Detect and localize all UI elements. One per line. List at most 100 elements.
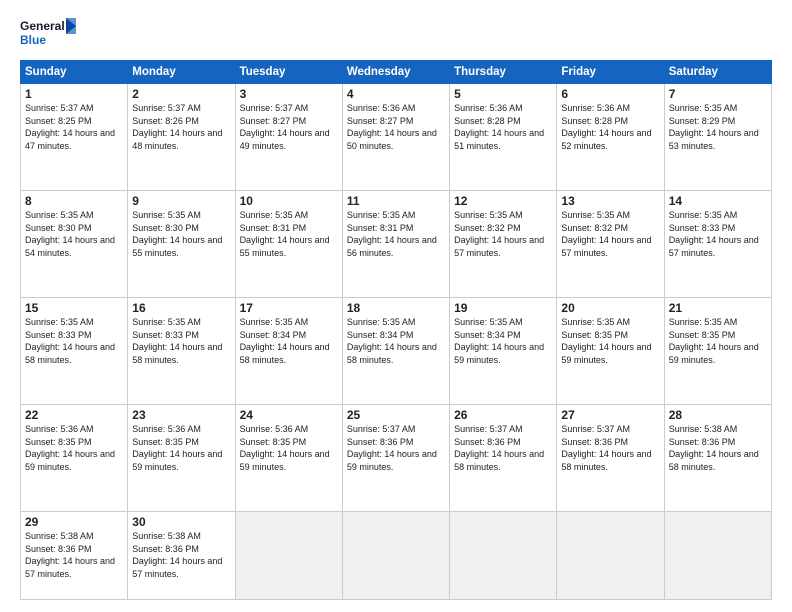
day-cell: 25 Sunrise: 5:37 AMSunset: 8:36 PMDaylig…: [342, 404, 449, 511]
day-number: 18: [347, 301, 445, 315]
day-cell: 6 Sunrise: 5:36 AMSunset: 8:28 PMDayligh…: [557, 84, 664, 191]
header-cell-monday: Monday: [128, 61, 235, 84]
day-cell: [342, 511, 449, 599]
day-number: 27: [561, 408, 659, 422]
header-cell-saturday: Saturday: [664, 61, 771, 84]
day-info: Sunrise: 5:35 AMSunset: 8:31 PMDaylight:…: [240, 209, 338, 259]
day-cell: [450, 511, 557, 599]
day-info: Sunrise: 5:38 AMSunset: 8:36 PMDaylight:…: [25, 530, 123, 580]
day-number: 21: [669, 301, 767, 315]
day-cell: [557, 511, 664, 599]
day-number: 26: [454, 408, 552, 422]
day-number: 17: [240, 301, 338, 315]
header-cell-thursday: Thursday: [450, 61, 557, 84]
day-info: Sunrise: 5:35 AMSunset: 8:34 PMDaylight:…: [454, 316, 552, 366]
day-cell: 2 Sunrise: 5:37 AMSunset: 8:26 PMDayligh…: [128, 84, 235, 191]
day-cell: 20 Sunrise: 5:35 AMSunset: 8:35 PMDaylig…: [557, 297, 664, 404]
day-info: Sunrise: 5:35 AMSunset: 8:33 PMDaylight:…: [25, 316, 123, 366]
day-cell: 21 Sunrise: 5:35 AMSunset: 8:35 PMDaylig…: [664, 297, 771, 404]
day-info: Sunrise: 5:35 AMSunset: 8:35 PMDaylight:…: [561, 316, 659, 366]
svg-text:Blue: Blue: [20, 33, 46, 47]
day-number: 1: [25, 87, 123, 101]
day-cell: 26 Sunrise: 5:37 AMSunset: 8:36 PMDaylig…: [450, 404, 557, 511]
day-info: Sunrise: 5:38 AMSunset: 8:36 PMDaylight:…: [669, 423, 767, 473]
day-number: 24: [240, 408, 338, 422]
day-number: 7: [669, 87, 767, 101]
day-info: Sunrise: 5:35 AMSunset: 8:31 PMDaylight:…: [347, 209, 445, 259]
day-number: 15: [25, 301, 123, 315]
day-info: Sunrise: 5:35 AMSunset: 8:35 PMDaylight:…: [669, 316, 767, 366]
day-cell: 14 Sunrise: 5:35 AMSunset: 8:33 PMDaylig…: [664, 190, 771, 297]
header: General Blue: [20, 16, 772, 52]
day-number: 6: [561, 87, 659, 101]
day-info: Sunrise: 5:36 AMSunset: 8:35 PMDaylight:…: [25, 423, 123, 473]
day-info: Sunrise: 5:37 AMSunset: 8:36 PMDaylight:…: [347, 423, 445, 473]
day-info: Sunrise: 5:37 AMSunset: 8:25 PMDaylight:…: [25, 102, 123, 152]
day-number: 8: [25, 194, 123, 208]
header-cell-sunday: Sunday: [21, 61, 128, 84]
day-info: Sunrise: 5:37 AMSunset: 8:36 PMDaylight:…: [561, 423, 659, 473]
day-cell: 3 Sunrise: 5:37 AMSunset: 8:27 PMDayligh…: [235, 84, 342, 191]
day-cell: 19 Sunrise: 5:35 AMSunset: 8:34 PMDaylig…: [450, 297, 557, 404]
day-cell: 12 Sunrise: 5:35 AMSunset: 8:32 PMDaylig…: [450, 190, 557, 297]
day-cell: [664, 511, 771, 599]
day-info: Sunrise: 5:35 AMSunset: 8:33 PMDaylight:…: [669, 209, 767, 259]
day-number: 9: [132, 194, 230, 208]
day-cell: 8 Sunrise: 5:35 AMSunset: 8:30 PMDayligh…: [21, 190, 128, 297]
day-cell: 29 Sunrise: 5:38 AMSunset: 8:36 PMDaylig…: [21, 511, 128, 599]
week-row-2: 8 Sunrise: 5:35 AMSunset: 8:30 PMDayligh…: [21, 190, 772, 297]
day-cell: 28 Sunrise: 5:38 AMSunset: 8:36 PMDaylig…: [664, 404, 771, 511]
day-info: Sunrise: 5:36 AMSunset: 8:28 PMDaylight:…: [454, 102, 552, 152]
week-row-4: 22 Sunrise: 5:36 AMSunset: 8:35 PMDaylig…: [21, 404, 772, 511]
header-cell-tuesday: Tuesday: [235, 61, 342, 84]
day-cell: 17 Sunrise: 5:35 AMSunset: 8:34 PMDaylig…: [235, 297, 342, 404]
header-cell-friday: Friday: [557, 61, 664, 84]
day-cell: 18 Sunrise: 5:35 AMSunset: 8:34 PMDaylig…: [342, 297, 449, 404]
day-info: Sunrise: 5:35 AMSunset: 8:33 PMDaylight:…: [132, 316, 230, 366]
day-number: 10: [240, 194, 338, 208]
day-info: Sunrise: 5:37 AMSunset: 8:36 PMDaylight:…: [454, 423, 552, 473]
day-info: Sunrise: 5:35 AMSunset: 8:34 PMDaylight:…: [347, 316, 445, 366]
week-row-5: 29 Sunrise: 5:38 AMSunset: 8:36 PMDaylig…: [21, 511, 772, 599]
day-number: 5: [454, 87, 552, 101]
day-cell: 4 Sunrise: 5:36 AMSunset: 8:27 PMDayligh…: [342, 84, 449, 191]
day-info: Sunrise: 5:35 AMSunset: 8:30 PMDaylight:…: [25, 209, 123, 259]
logo: General Blue: [20, 16, 80, 52]
day-info: Sunrise: 5:37 AMSunset: 8:26 PMDaylight:…: [132, 102, 230, 152]
header-row: SundayMondayTuesdayWednesdayThursdayFrid…: [21, 61, 772, 84]
day-info: Sunrise: 5:36 AMSunset: 8:27 PMDaylight:…: [347, 102, 445, 152]
day-cell: 11 Sunrise: 5:35 AMSunset: 8:31 PMDaylig…: [342, 190, 449, 297]
logo-svg: General Blue: [20, 16, 80, 52]
day-cell: 16 Sunrise: 5:35 AMSunset: 8:33 PMDaylig…: [128, 297, 235, 404]
day-cell: 15 Sunrise: 5:35 AMSunset: 8:33 PMDaylig…: [21, 297, 128, 404]
day-info: Sunrise: 5:36 AMSunset: 8:35 PMDaylight:…: [132, 423, 230, 473]
day-cell: 24 Sunrise: 5:36 AMSunset: 8:35 PMDaylig…: [235, 404, 342, 511]
week-row-1: 1 Sunrise: 5:37 AMSunset: 8:25 PMDayligh…: [21, 84, 772, 191]
day-info: Sunrise: 5:38 AMSunset: 8:36 PMDaylight:…: [132, 530, 230, 580]
day-cell: 5 Sunrise: 5:36 AMSunset: 8:28 PMDayligh…: [450, 84, 557, 191]
day-info: Sunrise: 5:35 AMSunset: 8:32 PMDaylight:…: [454, 209, 552, 259]
page: General Blue SundayMondayTuesdayWednesda…: [0, 0, 792, 612]
day-number: 28: [669, 408, 767, 422]
day-number: 11: [347, 194, 445, 208]
day-number: 2: [132, 87, 230, 101]
day-info: Sunrise: 5:35 AMSunset: 8:30 PMDaylight:…: [132, 209, 230, 259]
day-cell: 22 Sunrise: 5:36 AMSunset: 8:35 PMDaylig…: [21, 404, 128, 511]
day-info: Sunrise: 5:35 AMSunset: 8:32 PMDaylight:…: [561, 209, 659, 259]
day-info: Sunrise: 5:36 AMSunset: 8:28 PMDaylight:…: [561, 102, 659, 152]
calendar-table: SundayMondayTuesdayWednesdayThursdayFrid…: [20, 60, 772, 600]
day-number: 14: [669, 194, 767, 208]
week-row-3: 15 Sunrise: 5:35 AMSunset: 8:33 PMDaylig…: [21, 297, 772, 404]
day-number: 19: [454, 301, 552, 315]
day-cell: 13 Sunrise: 5:35 AMSunset: 8:32 PMDaylig…: [557, 190, 664, 297]
day-number: 12: [454, 194, 552, 208]
day-number: 29: [25, 515, 123, 529]
day-cell: 27 Sunrise: 5:37 AMSunset: 8:36 PMDaylig…: [557, 404, 664, 511]
day-info: Sunrise: 5:36 AMSunset: 8:35 PMDaylight:…: [240, 423, 338, 473]
day-number: 25: [347, 408, 445, 422]
day-cell: 30 Sunrise: 5:38 AMSunset: 8:36 PMDaylig…: [128, 511, 235, 599]
day-cell: 10 Sunrise: 5:35 AMSunset: 8:31 PMDaylig…: [235, 190, 342, 297]
day-number: 4: [347, 87, 445, 101]
day-cell: 7 Sunrise: 5:35 AMSunset: 8:29 PMDayligh…: [664, 84, 771, 191]
day-number: 16: [132, 301, 230, 315]
